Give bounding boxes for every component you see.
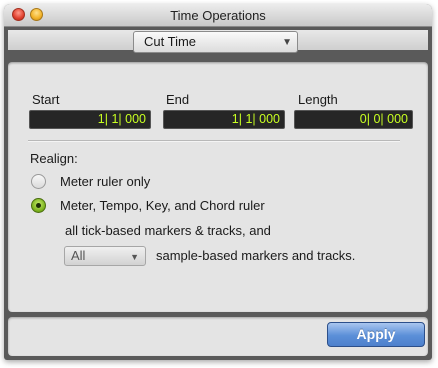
divider [28,140,400,142]
meter-tempo-key-chord-label[interactable]: Meter, Tempo, Key, and Chord ruler [60,198,265,213]
sample-based-text: sample-based markers and tracks. [156,248,356,263]
length-counter[interactable]: 0| 0| 000 [294,110,413,129]
chevron-down-icon: ▼ [130,252,139,262]
radio-meter-ruler-only[interactable] [31,174,46,189]
operation-mode-select[interactable]: Cut Time ▼ [133,31,298,53]
radio-meter-tempo-key-chord[interactable] [31,198,46,213]
length-label: Length [298,92,338,107]
meter-ruler-only-label[interactable]: Meter ruler only [60,174,150,189]
start-counter[interactable]: 1| 1| 000 [29,110,151,129]
tick-based-text: all tick-based markers & tracks, and [65,223,271,238]
apply-button[interactable]: Apply [327,322,425,347]
start-label: Start [32,92,60,107]
end-label: End [166,92,190,107]
window-title: Time Operations [170,8,266,23]
sample-based-select[interactable]: All ▼ [64,246,146,266]
title-bar[interactable]: Time Operations [4,4,432,27]
chevron-down-icon: ▼ [282,37,292,48]
end-counter[interactable]: 1| 1| 000 [163,110,285,129]
realign-label: Realign: [30,151,78,166]
operation-mode-value: Cut Time [144,34,197,49]
sample-based-select-value: All [71,248,86,263]
